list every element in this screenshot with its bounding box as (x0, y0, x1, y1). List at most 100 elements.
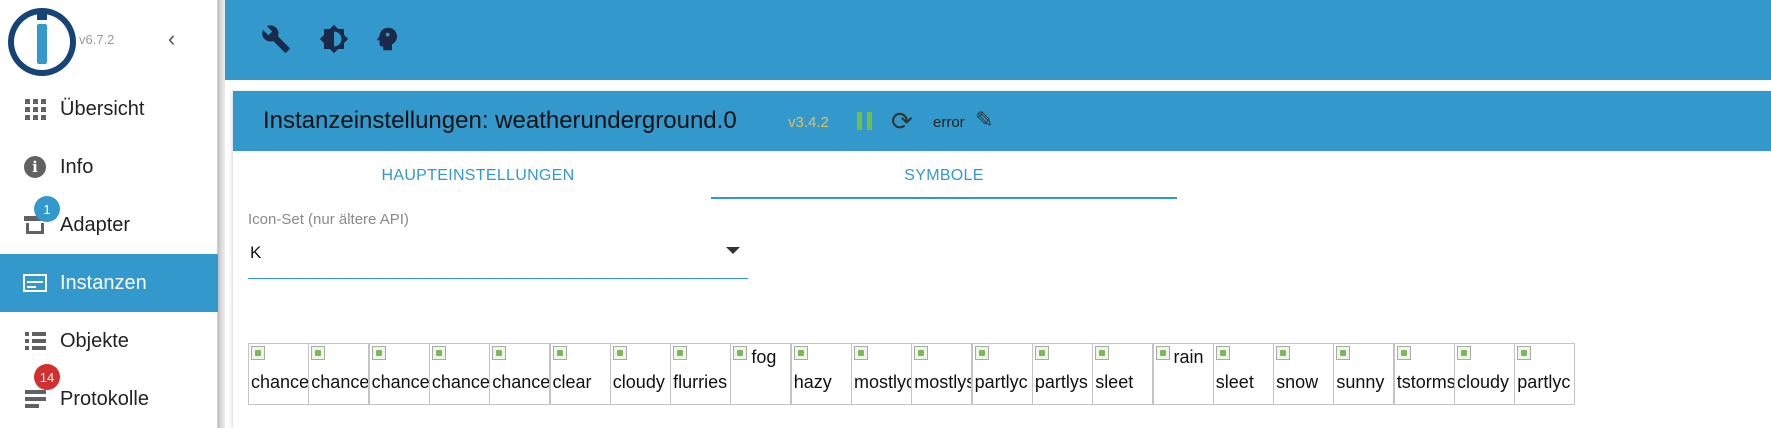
tab-main-settings[interactable]: HAUPTEINSTELLUNGEN (245, 153, 711, 199)
weather-symbol-sleet[interactable]: sleet (1092, 343, 1154, 405)
symbol-alt-text: mostlyc (854, 372, 912, 392)
weather-symbol-tstorms[interactable]: tstorms (1393, 343, 1455, 405)
sidebar-item-label: Instanzen (60, 271, 147, 294)
sidebar-item-label: Objekte (60, 329, 129, 352)
broken-image-icon (1517, 346, 1532, 360)
dropdown-arrow-icon (726, 247, 740, 254)
weather-symbol-sleet[interactable]: sleet (1212, 343, 1274, 405)
sidebar-item-info[interactable]: i Info (0, 138, 218, 196)
weather-symbol-fog[interactable]: fog (730, 343, 792, 405)
broken-image-icon (492, 346, 507, 360)
broken-image-icon (552, 346, 567, 360)
adapter-update-badge: 1 (34, 196, 60, 222)
broken-image-icon (1095, 346, 1110, 360)
broken-image-icon (251, 346, 265, 360)
symbol-alt-text: tstorms (1396, 372, 1455, 392)
pause-icon[interactable] (857, 112, 873, 130)
broken-image-icon (1215, 346, 1230, 360)
broken-image-icon (612, 346, 627, 360)
weather-symbol-partlyc[interactable]: partlyc (971, 343, 1033, 405)
broken-image-icon (974, 346, 989, 360)
symbol-alt-text: partlyc (974, 372, 1028, 392)
broken-image-icon (311, 346, 326, 360)
broken-image-icon (1457, 346, 1471, 360)
tab-symbols[interactable]: SYMBOLE (711, 153, 1177, 199)
log-icon (22, 386, 48, 412)
weather-symbol-mostlys[interactable]: mostlys (911, 343, 973, 405)
weather-symbol-partlys[interactable]: partlys (1031, 343, 1093, 405)
active-tab-indicator (711, 197, 1177, 199)
broken-image-icon (1155, 346, 1170, 360)
sidebar-item-label: Info (60, 155, 94, 178)
symbol-alt-text: clear (552, 372, 592, 392)
symbol-alt-text: hazy (793, 372, 832, 392)
weather-symbol-rain[interactable]: rain (1152, 343, 1214, 405)
weather-symbol-chance[interactable]: chance (248, 343, 309, 405)
top-toolbar (225, 0, 1771, 80)
symbol-alt-text: sunny (1336, 372, 1385, 392)
symbol-alt-text: chance (371, 372, 430, 392)
sidebar-item-objects[interactable]: Objekte (0, 312, 218, 370)
chevron-left-icon[interactable]: ‹ (168, 27, 175, 51)
weather-symbol-chance[interactable]: chance (489, 343, 551, 405)
weather-symbol-clear[interactable]: clear (549, 343, 611, 405)
weather-symbol-cloudy[interactable]: cloudy (609, 343, 671, 405)
status-label: error (933, 114, 965, 131)
symbol-alt-text: partlyc (1517, 372, 1571, 392)
weather-symbol-cloudy[interactable]: cloudy (1454, 343, 1515, 405)
iconset-label: Icon-Set (nur ältere API) (248, 211, 409, 228)
symbol-alt-text: sleet (1215, 372, 1254, 392)
wrench-icon[interactable] (259, 22, 293, 56)
reload-icon[interactable]: ⟳ (891, 106, 913, 137)
symbol-alt-text: snow (1276, 372, 1319, 392)
log-count-badge: 14 (34, 364, 60, 390)
sidebar-item-overview[interactable]: Übersicht (0, 80, 218, 138)
weather-symbol-mostlyc[interactable]: mostlyc (851, 343, 912, 405)
iconset-value: K (250, 243, 262, 262)
weather-symbol-chance[interactable]: chance (368, 343, 430, 405)
weather-symbol-chance[interactable]: chance (308, 343, 370, 405)
iconset-select[interactable]: K (248, 239, 748, 279)
grid-icon (22, 96, 48, 122)
weather-symbol-snow[interactable]: snow (1273, 343, 1335, 405)
weather-symbol-hazy[interactable]: hazy (790, 343, 852, 405)
sidebar-item-adapter[interactable]: Adapter 1 (0, 196, 218, 254)
symbol-alt-text: mostlys (914, 372, 973, 392)
broken-image-icon (1276, 346, 1291, 360)
weather-symbol-chance[interactable]: chance (428, 343, 490, 405)
broken-image-icon (733, 346, 748, 360)
broken-image-icon (1336, 346, 1351, 360)
app-version: v6.7.2 (79, 32, 115, 47)
tab-label: SYMBOLE (904, 167, 984, 184)
broken-image-icon (371, 346, 386, 360)
sidebar-item-label: Übersicht (60, 97, 145, 120)
broken-image-icon (431, 346, 446, 360)
weather-symbol-flurries[interactable]: flurries (670, 343, 732, 405)
iobroker-logo[interactable] (8, 8, 76, 76)
list-icon (22, 328, 48, 354)
broken-image-icon (1034, 346, 1049, 360)
instance-settings-card: Instanzeinstellungen: weatherunderground… (233, 91, 1771, 428)
expert-mode-icon[interactable] (370, 22, 404, 56)
symbol-alt-text: cloudy (1457, 372, 1510, 392)
weather-symbol-sunny[interactable]: sunny (1333, 343, 1395, 405)
info-icon: i (22, 154, 48, 180)
broken-image-icon (914, 346, 929, 360)
logo-dot (37, 12, 47, 20)
weather-symbol-partlyc[interactable]: partlyc (1514, 343, 1576, 405)
symbol-alt-text: chance (311, 372, 370, 392)
symbol-alt-text: chance (251, 372, 309, 392)
sidebar-divider (218, 0, 225, 428)
brightness-icon[interactable] (317, 22, 351, 56)
sidebar-item-label: Protokolle (60, 387, 149, 410)
symbol-alt-text: cloudy (612, 372, 665, 392)
sidebar-item-logs[interactable]: Protokolle 14 (0, 364, 218, 428)
edit-icon[interactable]: ✎ (975, 107, 993, 133)
page-title: Instanzeinstellungen: weatherunderground… (263, 107, 737, 134)
tab-label: HAUPTEINSTELLUNGEN (381, 167, 575, 184)
symbol-alt-text: partlys (1034, 372, 1088, 392)
broken-image-icon (1396, 346, 1411, 360)
sidebar-item-instances[interactable]: Instanzen (0, 254, 218, 312)
symbol-alt-text: flurries (673, 372, 728, 392)
broken-image-icon (854, 346, 868, 360)
